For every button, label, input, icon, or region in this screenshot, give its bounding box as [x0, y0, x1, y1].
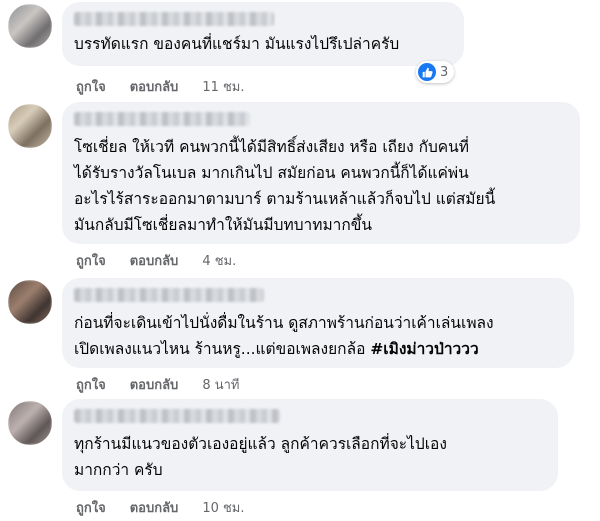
avatar[interactable]: [8, 4, 52, 48]
comment-bubble: โซเชี่ยล ให้เวที คนพวกนี้ได้มีสิทธิ์ส่งเ…: [62, 102, 580, 244]
reply-button[interactable]: ตอบกลับ: [130, 76, 179, 97]
hashtag-link[interactable]: #เมิงม่าวป่าววว: [370, 340, 478, 358]
reaction-count[interactable]: 3: [416, 61, 455, 83]
avatar[interactable]: [8, 104, 52, 148]
comment-line: ทุกร้านมีแนวของตัวเองอยู่แล้ว ลูกค้าควรเ…: [74, 435, 447, 453]
reply-button[interactable]: ตอบกลับ: [130, 497, 179, 518]
comment-bubble: ก่อนที่จะเดินเข้าไปนั่งดื่มในร้าน ดูสภาพ…: [62, 278, 574, 368]
comment-text: บรรทัดแรก ของคนที่แชร์มา มันแรงไปรึเปล่า…: [74, 35, 400, 53]
reply-button[interactable]: ตอบกลับ: [130, 374, 179, 395]
comment-actions: ถูกใจ ตอบกลับ 10 ชม.: [76, 497, 245, 517]
author-name-blurred[interactable]: [74, 112, 250, 126]
reply-button[interactable]: ตอบกลับ: [130, 250, 179, 271]
like-icon: [418, 63, 436, 81]
like-button[interactable]: ถูกใจ: [76, 76, 106, 97]
comment-text: ทุกร้านมีแนวของตัวเองอยู่แล้ว ลูกค้าควรเ…: [74, 431, 546, 483]
comment-actions: ถูกใจ ตอบกลับ 11 ชม.: [76, 76, 245, 96]
comment-timestamp[interactable]: 8 นาที: [202, 374, 239, 395]
comment-text: โซเชี่ยล ให้เวที คนพวกนี้ได้มีสิทธิ์ส่งเ…: [74, 134, 568, 238]
like-button[interactable]: ถูกใจ: [76, 250, 106, 271]
comment-timestamp[interactable]: 10 ชม.: [202, 497, 244, 518]
comment-timestamp[interactable]: 4 ชม.: [202, 250, 236, 271]
comment-line: มากกว่า ครับ: [74, 461, 163, 479]
avatar[interactable]: [8, 280, 52, 324]
author-name-blurred[interactable]: [74, 12, 274, 26]
avatar[interactable]: [8, 401, 52, 445]
author-name-blurred[interactable]: [74, 288, 264, 302]
comment-line: โซเชี่ยล ให้เวที คนพวกนี้ได้มีสิทธิ์ส่งเ…: [74, 138, 469, 156]
comment-bubble: บรรทัดแรก ของคนที่แชร์มา มันแรงไปรึเปล่า…: [62, 2, 464, 66]
comment-line: เปิดเพลงแนวไหน ร้านหรู...แต่ขอเพลงยกล้อ …: [74, 336, 562, 362]
comment-line: มันกลับมีโซเชี่ยลมาทำให้มันมีบทบาทมากขึ้…: [74, 216, 372, 234]
comment-bubble: ทุกร้านมีแนวของตัวเองอยู่แล้ว ลูกค้าควรเ…: [62, 399, 558, 491]
comment-actions: ถูกใจ ตอบกลับ 4 ชม.: [76, 250, 236, 270]
comment-line-text: เปิดเพลงแนวไหน ร้านหรู...แต่ขอเพลงยกล้อ: [74, 340, 371, 358]
like-button[interactable]: ถูกใจ: [76, 497, 106, 518]
comment-line: อะไรไร้สาระออกมาตามบาร์ ตามร้านเหล้าแล้ว…: [74, 190, 496, 208]
comment-timestamp[interactable]: 11 ชม.: [202, 76, 244, 97]
comment-actions: ถูกใจ ตอบกลับ 8 นาที: [76, 374, 239, 394]
comment-line: ได้รับรางวัลโนเบล มากเกินไป สมัยก่อน คนพ…: [74, 164, 469, 182]
author-name-blurred[interactable]: [74, 409, 280, 423]
comment-text: ก่อนที่จะเดินเข้าไปนั่งดื่มในร้าน ดูสภาพ…: [74, 310, 562, 362]
reaction-count-value: 3: [440, 64, 449, 80]
comment-line: ก่อนที่จะเดินเข้าไปนั่งดื่มในร้าน ดูสภาพ…: [74, 314, 494, 332]
like-button[interactable]: ถูกใจ: [76, 374, 106, 395]
